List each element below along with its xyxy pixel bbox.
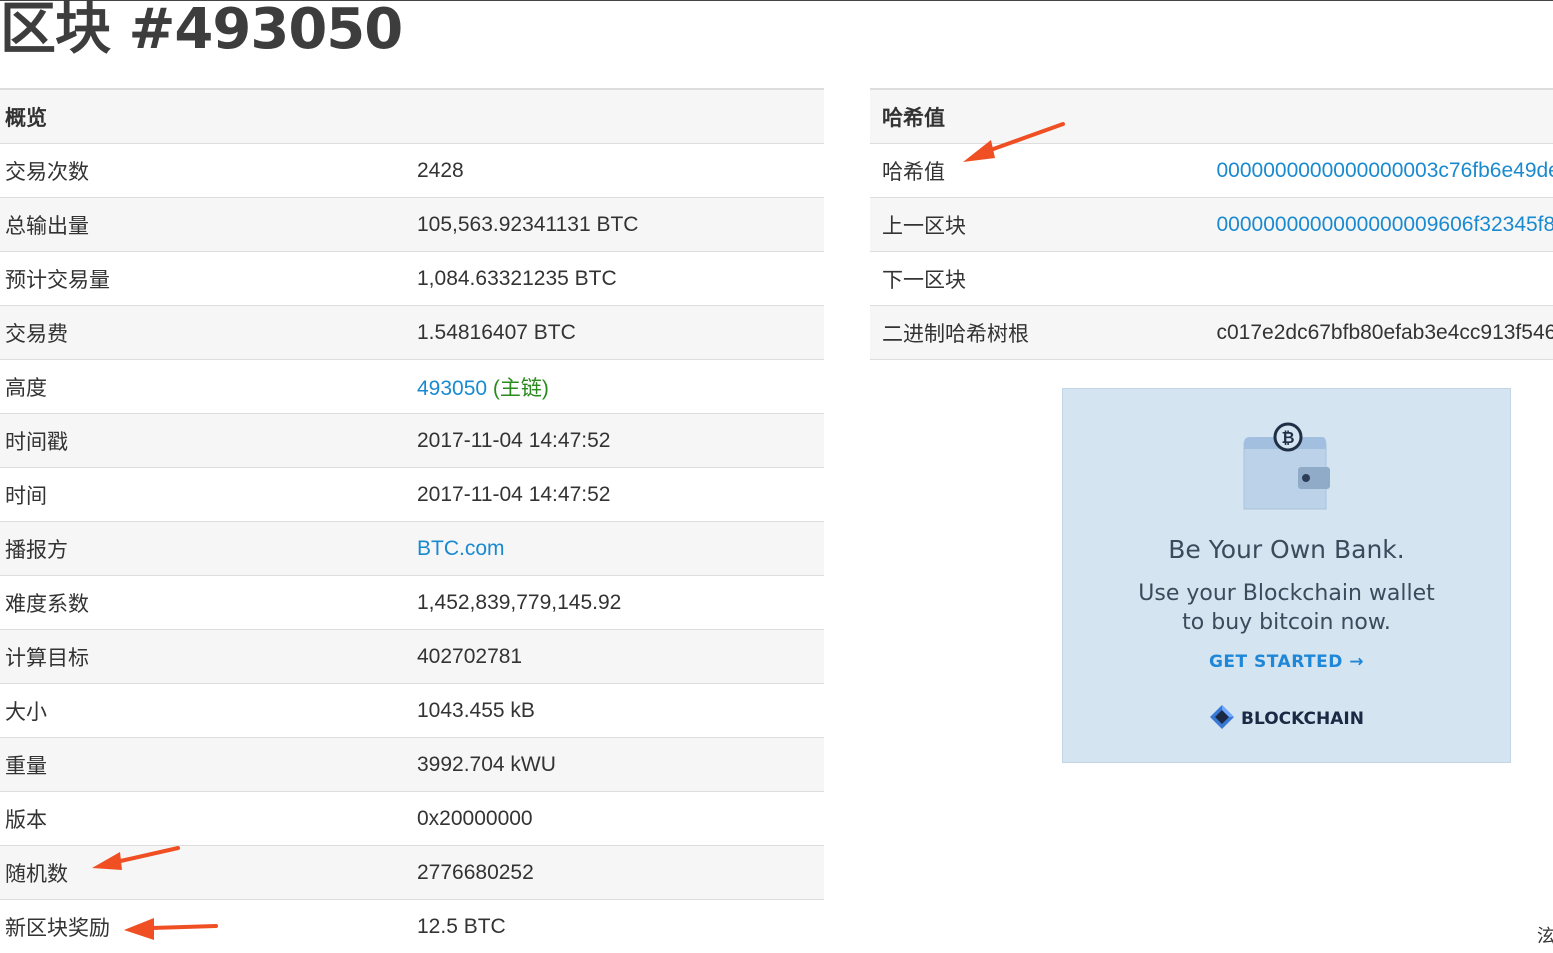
bits-value: 402702781 <box>412 630 824 684</box>
difficulty-value: 1,452,839,779,145.92 <box>412 576 824 630</box>
ad-headline: Be Your Own Bank. <box>1063 535 1510 564</box>
next-block-value <box>1212 252 1553 306</box>
weight-value: 3992.704 kWU <box>412 738 824 792</box>
height-link[interactable]: 493050 <box>417 377 487 400</box>
table-row: 预计交易量 1,084.63321235 BTC <box>0 252 824 306</box>
table-row: 交易费 1.54816407 BTC <box>0 306 824 360</box>
block-reward-value: 12.5 BTC <box>412 900 824 953</box>
row-label: 播报方 <box>0 522 412 576</box>
total-output-value: 105,563.92341131 BTC <box>412 198 824 252</box>
bitcoin-wallet-icon: ₿ <box>1238 421 1338 516</box>
ad-subtext-line: to buy bitcoin now. <box>1063 608 1510 637</box>
row-label: 上一区块 <box>870 198 1212 252</box>
row-label: 随机数 <box>0 846 412 900</box>
row-label: 计算目标 <box>0 630 412 684</box>
block-hash-link[interactable]: 0000000000000000003c76fb6e49de8c9f038971… <box>1217 159 1553 182</box>
page-title: 区块 #493050 <box>0 0 402 60</box>
ad-subtext: Use your Blockchain wallet to buy bitcoi… <box>1063 579 1510 637</box>
summary-table: 概览 交易次数 2428 总输出量 105,563.92341131 BTC 预… <box>0 88 824 953</box>
table-row: 时间戳 2017-11-04 14:47:52 <box>0 414 824 468</box>
row-label: 大小 <box>0 684 412 738</box>
main-chain-label: (主链) <box>493 377 549 400</box>
table-row: 总输出量 105,563.92341131 BTC <box>0 198 824 252</box>
previous-block-cell: 0000000000000000009606f32345f878841aa4e8… <box>1212 198 1553 252</box>
blockchain-logo-icon <box>1209 704 1235 730</box>
table-row: 重量 3992.704 kWU <box>0 738 824 792</box>
block-hash-cell: 0000000000000000003c76fb6e49de8c9f038971… <box>1212 144 1553 198</box>
annotation-arrow-reward <box>118 910 224 944</box>
row-label: 交易次数 <box>0 144 412 198</box>
row-label: 下一区块 <box>870 252 1212 306</box>
merkle-root-value: c017e2dc67bfb80efab3e4cc913f54674521eb14… <box>1212 306 1553 360</box>
table-row: 计算目标 402702781 <box>0 630 824 684</box>
estimated-volume-value: 1,084.63321235 BTC <box>412 252 824 306</box>
table-row: 播报方 BTC.com <box>0 522 824 576</box>
row-label: 二进制哈希树根 <box>870 306 1212 360</box>
ad-subtext-line: Use your Blockchain wallet <box>1063 579 1510 608</box>
fee-value: 1.54816407 BTC <box>412 306 824 360</box>
row-label: 时间戳 <box>0 414 412 468</box>
row-label: 预计交易量 <box>0 252 412 306</box>
transaction-count-value: 2428 <box>412 144 824 198</box>
relayed-by-cell: BTC.com <box>412 522 824 576</box>
get-started-link[interactable]: GET STARTED → <box>1063 652 1510 672</box>
annotation-arrow-nonce <box>86 840 186 880</box>
timestamp-value: 2017-11-04 14:47:52 <box>412 414 824 468</box>
table-row: 上一区块 0000000000000000009606f32345f878841… <box>870 198 1553 252</box>
table-row: 难度系数 1,452,839,779,145.92 <box>0 576 824 630</box>
table-row: 大小 1043.455 kB <box>0 684 824 738</box>
annotation-arrow-hash <box>955 118 1070 173</box>
table-row: 时间 2017-11-04 14:47:52 <box>0 468 824 522</box>
row-label: 高度 <box>0 360 412 414</box>
table-row: 版本 0x20000000 <box>0 792 824 846</box>
relayed-by-link[interactable]: BTC.com <box>417 537 505 560</box>
blockchain-ad-banner[interactable]: ₿ Be Your Own Bank. Use your Blockchain … <box>1062 388 1511 763</box>
version-value: 0x20000000 <box>412 792 824 846</box>
row-label: 总输出量 <box>0 198 412 252</box>
size-value: 1043.455 kB <box>412 684 824 738</box>
table-row: 高度 493050 (主链) <box>0 360 824 414</box>
nonce-value: 2776680252 <box>412 846 824 900</box>
row-label: 版本 <box>0 792 412 846</box>
row-label: 难度系数 <box>0 576 412 630</box>
row-label: 重量 <box>0 738 412 792</box>
clipped-edge-text: 泫 <box>1537 922 1553 948</box>
row-label: 时间 <box>0 468 412 522</box>
blockchain-logo: BLOCKCHAIN <box>1063 704 1510 730</box>
table-row: 二进制哈希树根 c017e2dc67bfb80efab3e4cc913f5467… <box>870 306 1553 360</box>
svg-text:₿: ₿ <box>1281 428 1294 447</box>
previous-block-link[interactable]: 0000000000000000009606f32345f878841aa4e8… <box>1217 213 1553 236</box>
table-row: 下一区块 <box>870 252 1553 306</box>
summary-header: 概览 <box>0 89 824 144</box>
table-row: 交易次数 2428 <box>0 144 824 198</box>
time-value: 2017-11-04 14:47:52 <box>412 468 824 522</box>
summary-header-row: 概览 <box>0 89 824 144</box>
row-label: 交易费 <box>0 306 412 360</box>
blockchain-logo-text: BLOCKCHAIN <box>1241 709 1364 729</box>
height-cell: 493050 (主链) <box>412 360 824 414</box>
